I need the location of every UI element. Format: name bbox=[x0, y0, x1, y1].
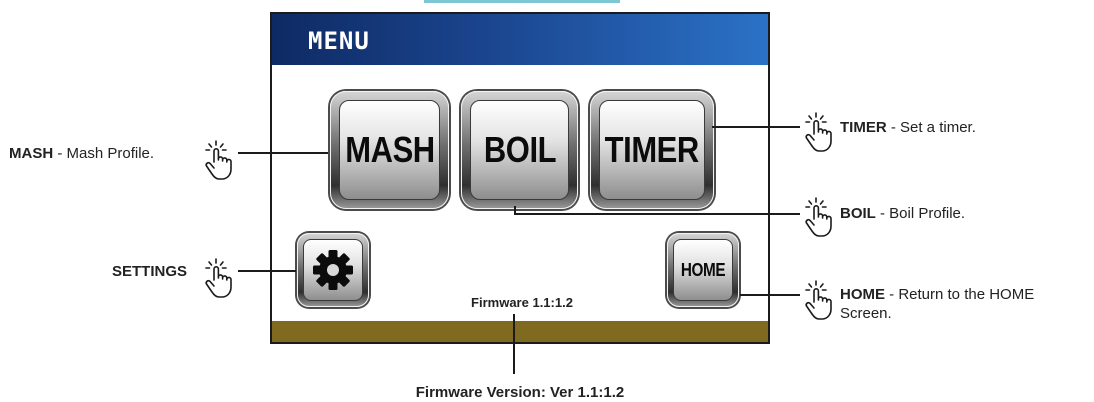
home-annotation: HOME - Return to the HOME Screen. bbox=[840, 285, 1034, 323]
boil-annotation-title: BOIL bbox=[840, 205, 876, 222]
device-screen: MENU MASH BOIL TIMER HOME Firmware 1.1:1… bbox=[270, 12, 770, 344]
settings-button[interactable] bbox=[297, 233, 369, 307]
boil-callout-line-h bbox=[514, 213, 800, 215]
boil-button[interactable]: BOIL bbox=[461, 91, 578, 209]
home-button[interactable]: HOME bbox=[667, 233, 739, 307]
home-annotation-desc: - Return to the HOME bbox=[885, 286, 1035, 303]
mash-button[interactable]: MASH bbox=[330, 91, 449, 209]
tap-hand-icon bbox=[805, 280, 832, 320]
timer-annotation: TIMER - Set a timer. bbox=[840, 118, 976, 137]
home-button-label: HOME bbox=[680, 259, 726, 280]
home-callout-line bbox=[740, 294, 800, 296]
gear-icon bbox=[313, 250, 353, 290]
top-accent-strip bbox=[424, 0, 620, 3]
timer-button-label: TIMER bbox=[604, 129, 700, 170]
screen-header: MENU bbox=[272, 14, 768, 65]
screen-footer bbox=[272, 321, 768, 342]
home-annotation-title: HOME bbox=[840, 286, 885, 303]
mash-annotation: MASH - Mash Profile. bbox=[9, 144, 154, 163]
firmware-label: Firmware 1.1:1.2 bbox=[471, 295, 573, 310]
settings-annotation: SETTINGS bbox=[112, 262, 187, 281]
settings-callout-line bbox=[238, 270, 296, 272]
mash-callout-line bbox=[238, 152, 328, 154]
mash-annotation-title: MASH bbox=[9, 145, 54, 162]
timer-annotation-title: TIMER bbox=[840, 119, 887, 136]
tap-hand-icon bbox=[205, 258, 232, 298]
timer-button[interactable]: TIMER bbox=[590, 91, 714, 209]
boil-annotation-desc: - Boil Profile. bbox=[875, 205, 966, 222]
tap-hand-icon bbox=[805, 112, 832, 152]
timer-callout-line bbox=[712, 126, 800, 128]
settings-annotation-title: SETTINGS bbox=[112, 263, 188, 280]
mash-button-label: MASH bbox=[344, 129, 435, 170]
firmware-version-annotation: Firmware Version: Ver 1.1:1.2 bbox=[415, 384, 625, 401]
home-annotation-desc2: Screen. bbox=[840, 305, 892, 322]
boil-button-label: BOIL bbox=[483, 129, 556, 170]
boil-annotation: BOIL - Boil Profile. bbox=[840, 204, 965, 223]
tap-hand-icon bbox=[805, 197, 832, 237]
mash-annotation-desc: - Mash Profile. bbox=[53, 145, 155, 162]
timer-annotation-desc: - Set a timer. bbox=[886, 119, 976, 136]
screen-title: MENU bbox=[308, 27, 370, 55]
tap-hand-icon bbox=[205, 140, 232, 180]
firmware-callout-line bbox=[513, 314, 515, 374]
